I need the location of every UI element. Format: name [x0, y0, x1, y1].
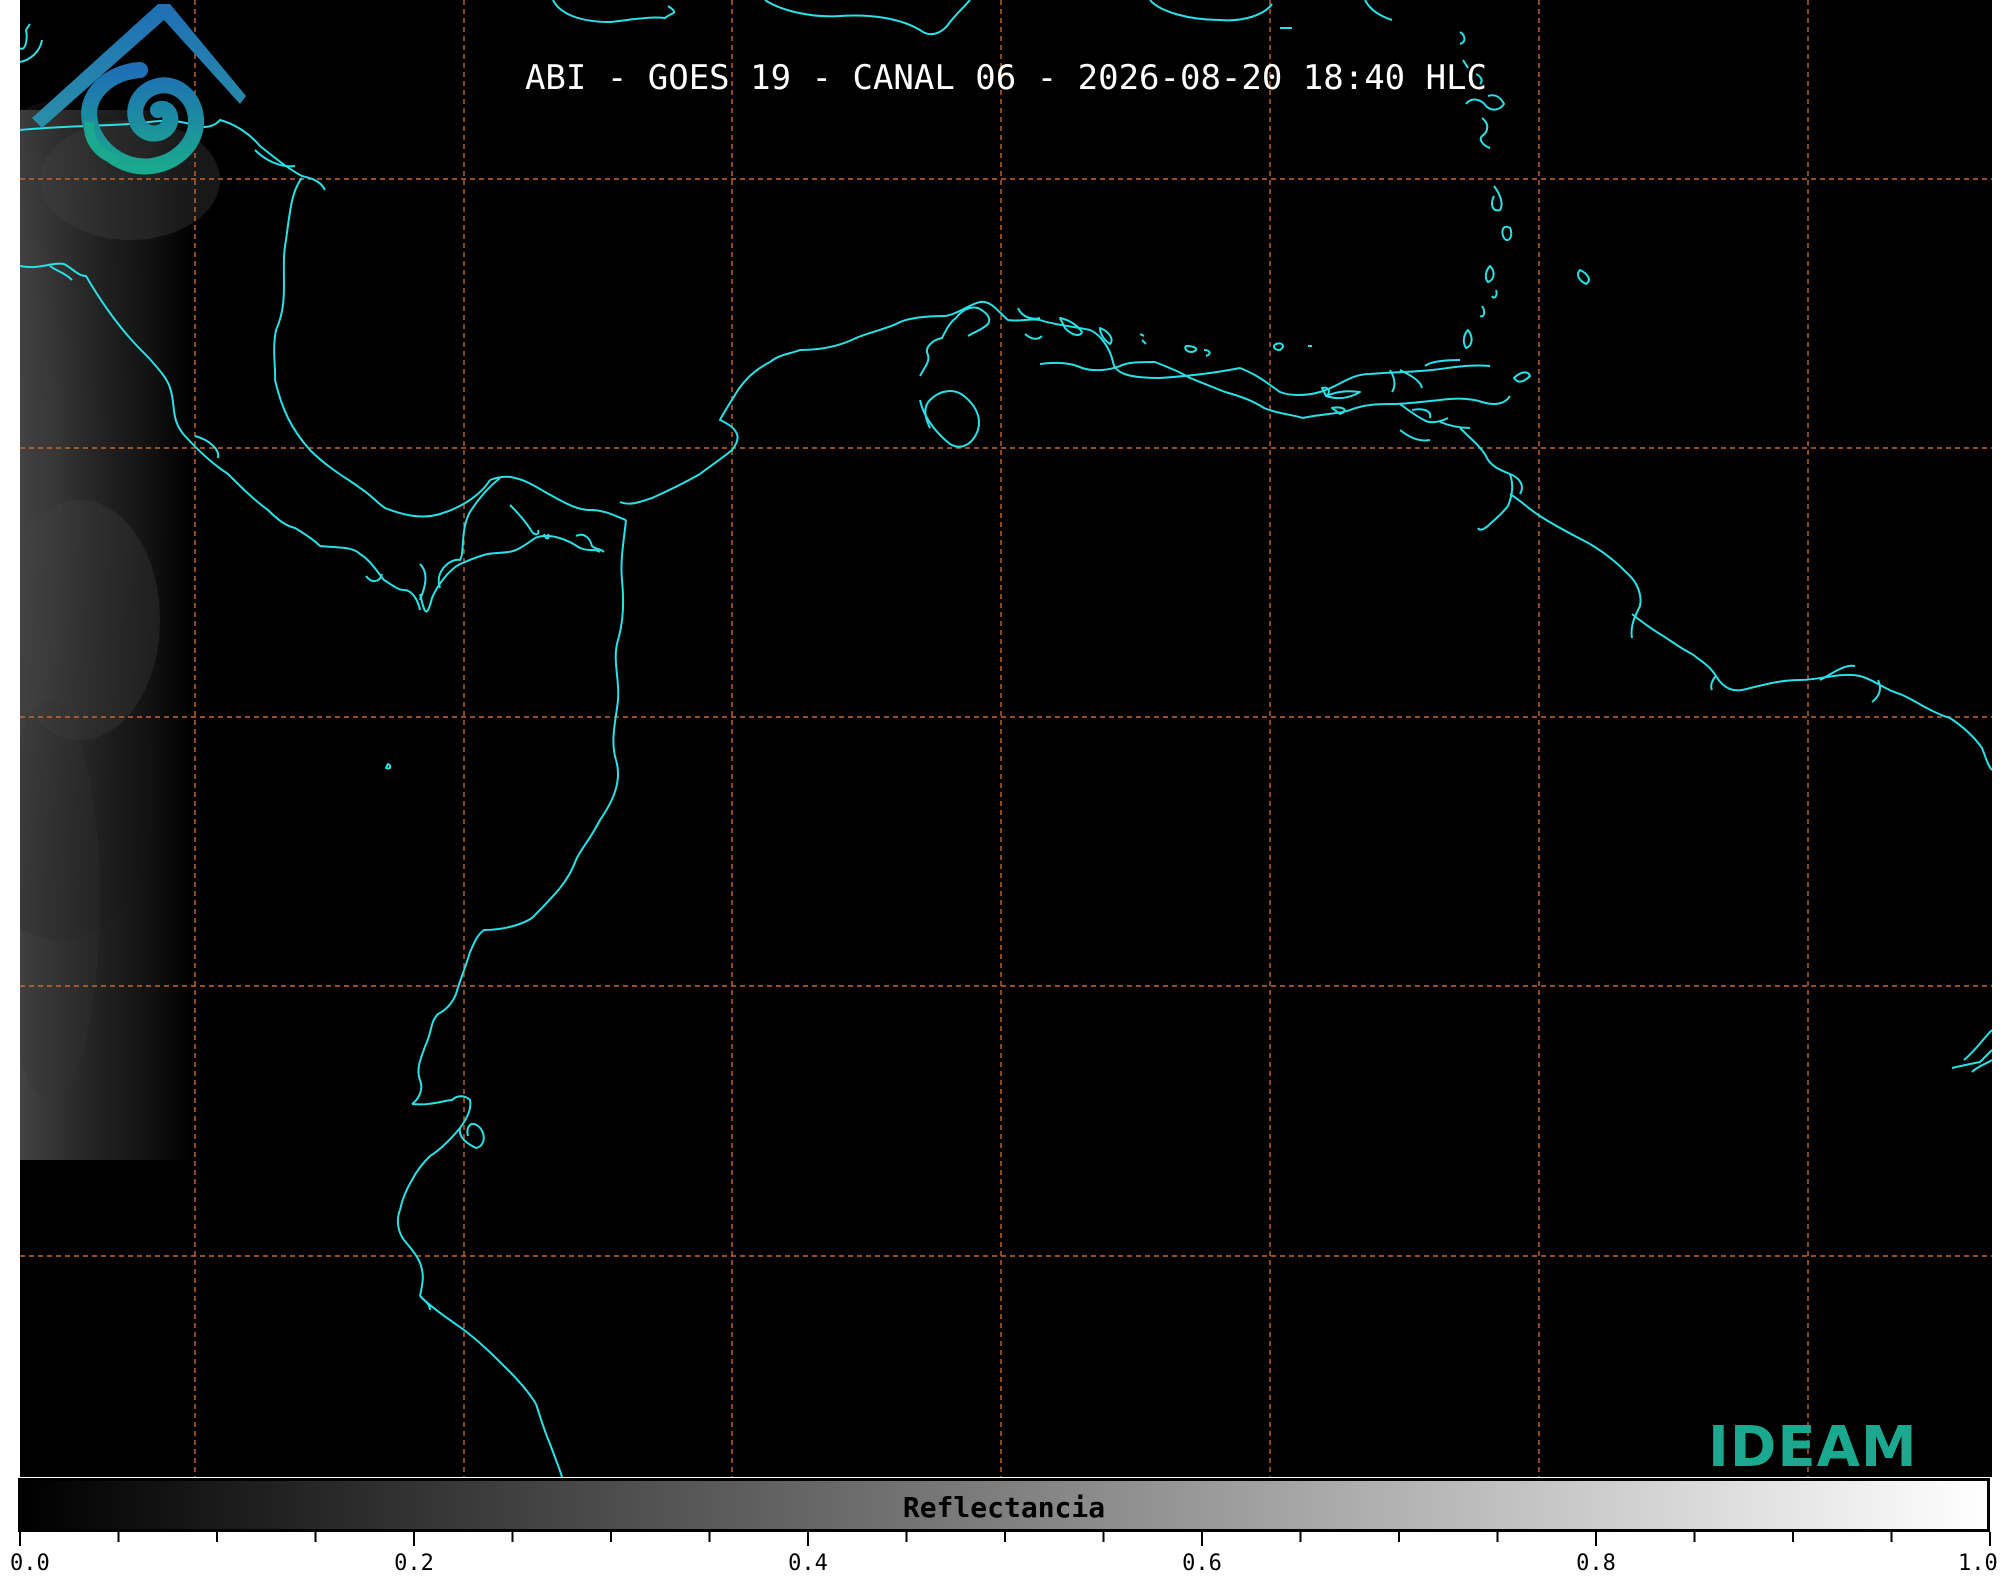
colorbar: Reflectancia: [18, 1478, 1990, 1532]
satellite-map[interactable]: ABI - GOES 19 - CANAL 06 - 2026-08-20 18…: [20, 0, 1992, 1477]
colorbar-tick-label: 0.2: [394, 1551, 434, 1576]
colorbar-label: Reflectancia: [902, 1491, 1106, 1524]
ideam-logo-icon: [32, 4, 246, 175]
map-canvas: [20, 0, 1992, 1477]
colorbar-tick-label: 1.0: [1958, 1551, 1998, 1576]
colorbar-tick-label: 0.4: [788, 1551, 828, 1576]
map-title: ABI - GOES 19 - CANAL 06 - 2026-08-20 18…: [524, 58, 1488, 98]
colorbar-tick-label: 0.6: [1182, 1551, 1222, 1576]
logo-text: IDEAM: [1708, 1415, 1918, 1477]
colorbar-tick-label: 0.8: [1576, 1551, 1616, 1576]
graticule: [20, 0, 1992, 1477]
colorbar-tick-label: 0.0: [10, 1551, 50, 1576]
